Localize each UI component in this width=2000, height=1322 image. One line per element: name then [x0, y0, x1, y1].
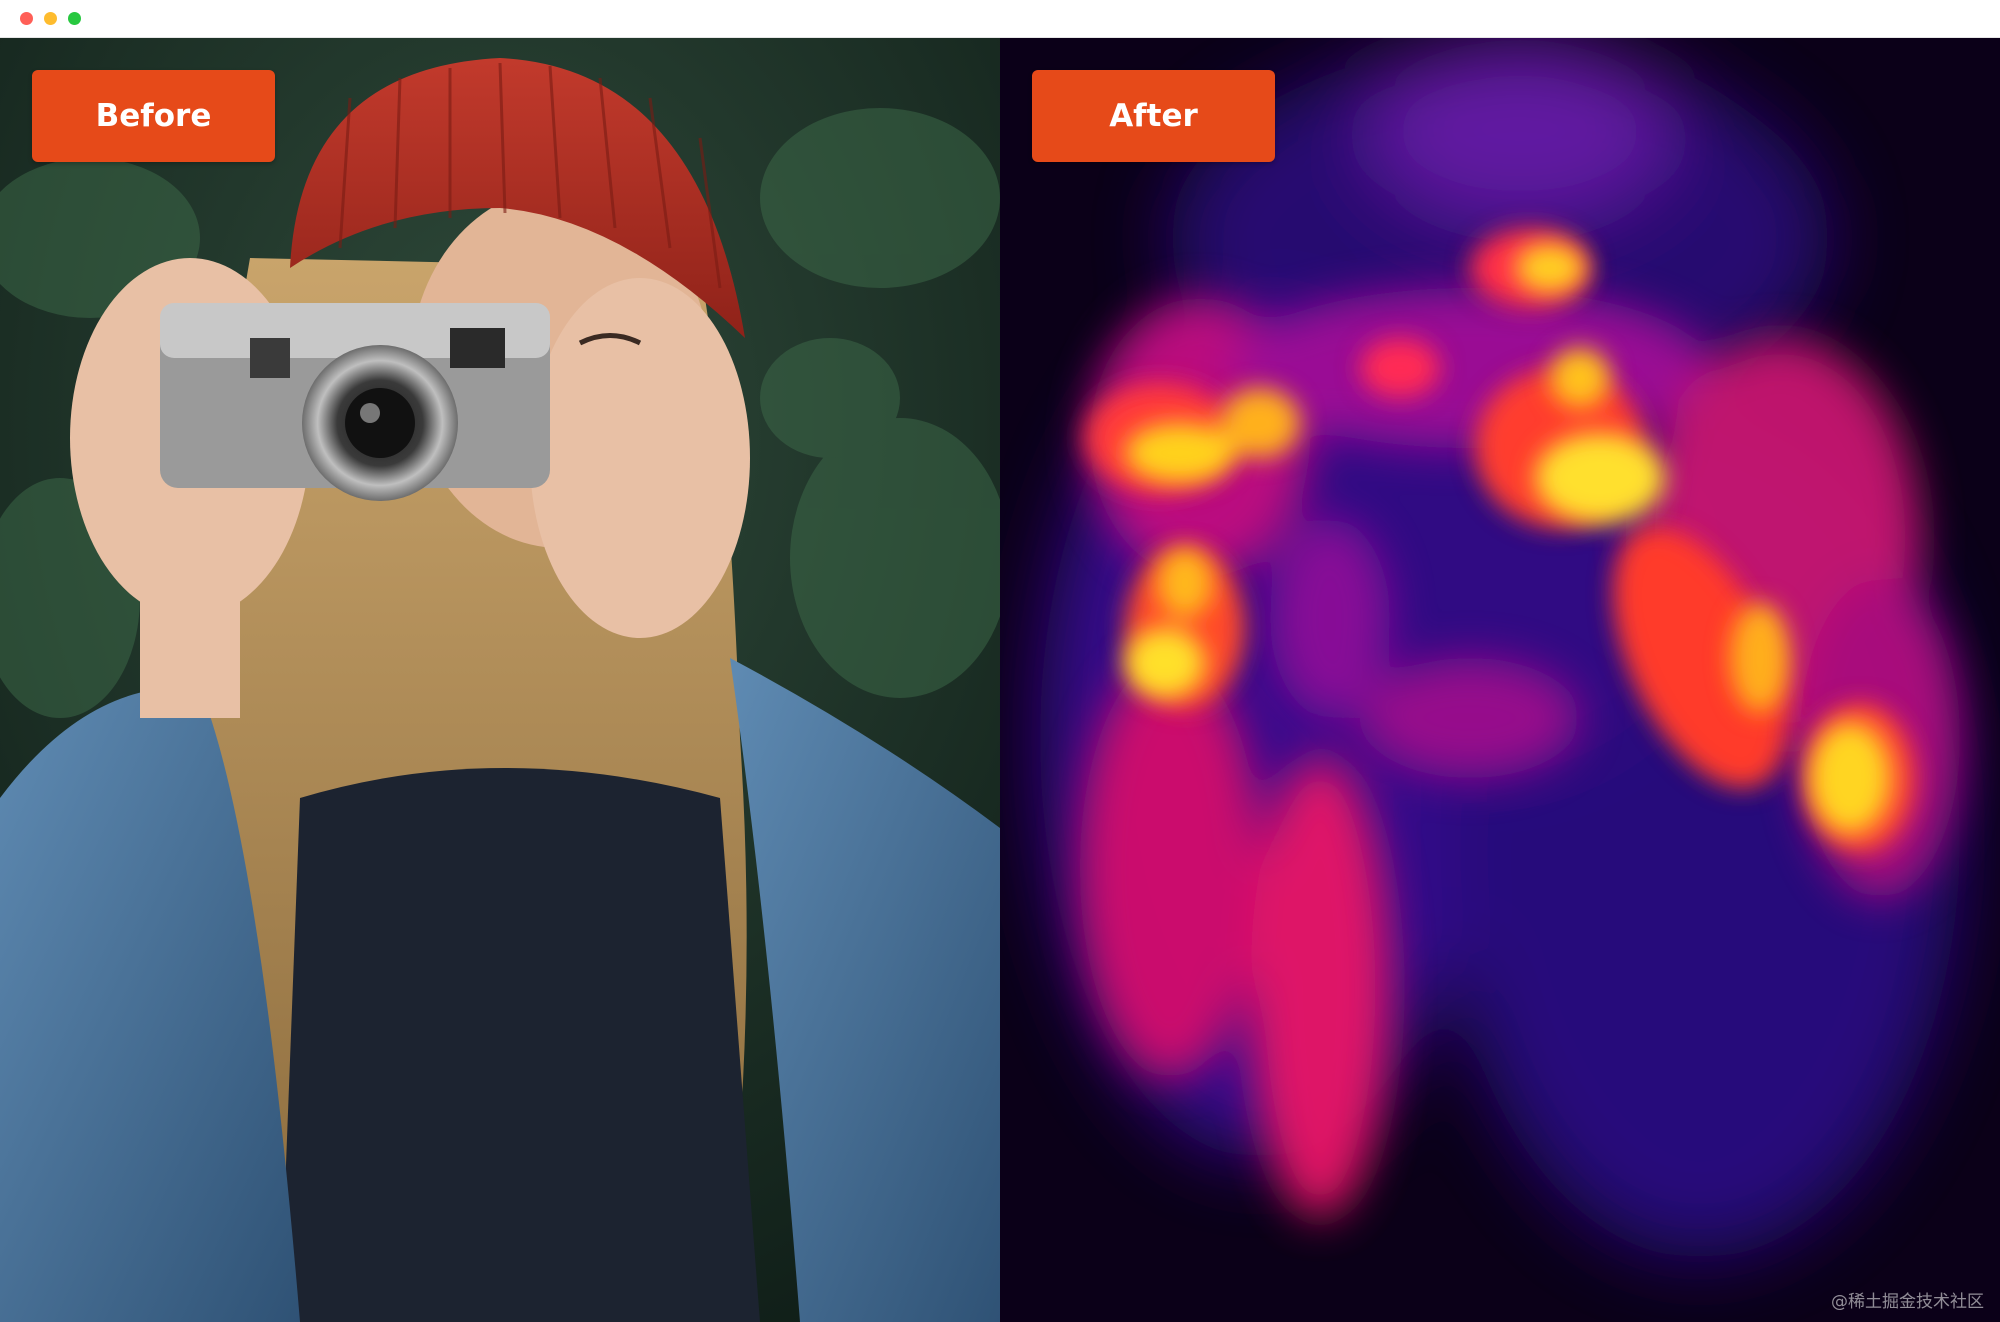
- before-panel: Before: [0, 38, 1000, 1322]
- saliency-heatmap-image: [1000, 38, 2000, 1322]
- title-bar: [0, 0, 2000, 38]
- minimize-window-button[interactable]: [44, 12, 57, 25]
- watermark-text: @稀土掘金技术社区: [1831, 1292, 1984, 1312]
- maximize-window-button[interactable]: [68, 12, 81, 25]
- after-panel: After @稀土掘金技术社区: [1000, 38, 2000, 1322]
- before-photo: [0, 38, 1000, 1322]
- after-label-button[interactable]: After: [1032, 70, 1275, 162]
- close-window-button[interactable]: [20, 12, 33, 25]
- before-label-button[interactable]: Before: [32, 70, 275, 162]
- app-window: Before After @稀土掘金技术社区: [0, 0, 2000, 1322]
